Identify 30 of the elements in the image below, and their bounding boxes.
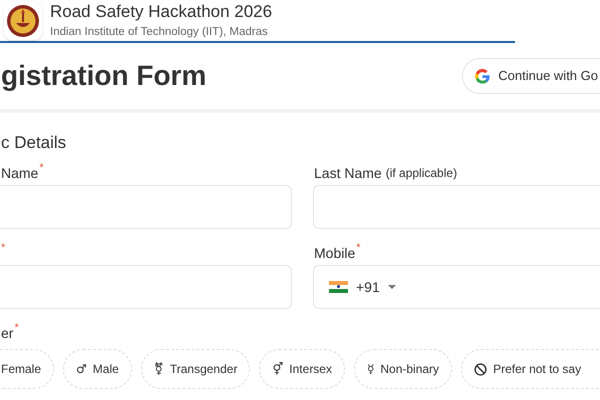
phone-input[interactable]: +91 xyxy=(313,265,600,309)
field-label: Name xyxy=(1,164,38,183)
google-sign-in-button[interactable]: Continue with Go xyxy=(462,58,600,94)
gender-option[interactable]: ⚧ Transgender xyxy=(140,349,250,389)
section-title: c Details xyxy=(0,132,66,154)
field-label: er xyxy=(1,324,14,343)
gender-option[interactable]: Female xyxy=(0,349,54,389)
caret-icon xyxy=(388,285,396,289)
field-label: Mobile xyxy=(314,244,356,263)
text-input[interactable] xyxy=(313,185,600,229)
logo-icon xyxy=(4,2,42,40)
site-title: Road Safety Hackathon 2026 xyxy=(50,2,272,22)
field-hint: (if applicable) xyxy=(386,165,458,182)
gender-option[interactable]: ♂ Male xyxy=(63,349,132,389)
gender-option[interactable]: Prefer not to say xyxy=(461,349,600,389)
required-asterisk: * xyxy=(1,243,6,254)
prohibited-icon xyxy=(474,362,488,376)
gender-option[interactable]: ⚥ Intersex xyxy=(259,349,345,389)
required-asterisk: * xyxy=(356,243,361,254)
field-label: Last Name xyxy=(314,164,382,183)
text-input[interactable] xyxy=(0,265,292,309)
page-title: gistration Form xyxy=(0,59,206,93)
text-input[interactable] xyxy=(0,185,292,229)
required-asterisk: * xyxy=(39,163,44,174)
gender-option[interactable]: ☿ Non-binary xyxy=(354,349,452,389)
google-g-icon xyxy=(474,68,492,84)
india-flag-icon xyxy=(329,280,348,294)
country-code: +91 xyxy=(356,278,380,296)
required-asterisk: * xyxy=(14,323,19,334)
site-subtitle: Indian Institute of Technology (IIT), Madras xyxy=(50,24,268,40)
